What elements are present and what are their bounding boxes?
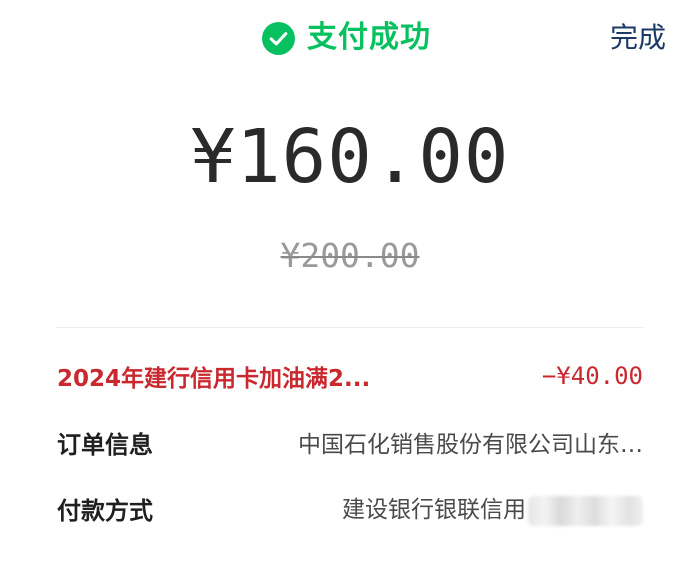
original-amount: ¥200.00 xyxy=(0,232,700,280)
original-amount-value: ¥200.00 xyxy=(280,236,420,275)
discount-amount: −¥40.00 xyxy=(541,362,643,390)
discount-row[interactable]: 2024年建行信用卡加油满2... −¥40.00 xyxy=(57,356,643,396)
order-info-value: 中国石化销售股份有限公司山东… xyxy=(298,432,643,458)
order-info-label: 订单信息 xyxy=(57,430,153,459)
masked-card-number xyxy=(528,495,643,526)
payment-method-value: 建设银行银联信用 xyxy=(342,497,526,524)
header: 支付成功 完成 xyxy=(0,0,700,78)
order-info-row[interactable]: 订单信息 中国石化销售股份有限公司山东… xyxy=(57,422,643,462)
done-button[interactable]: 完成 xyxy=(610,16,666,60)
payment-status: 支付成功 xyxy=(262,16,431,60)
payment-method-row[interactable]: 付款方式 建设银行银联信用 xyxy=(57,488,643,528)
check-circle-icon xyxy=(262,21,295,55)
discount-label: 2024年建行信用卡加油满2... xyxy=(57,366,371,392)
payment-method-value-wrap: 建设银行银联信用 xyxy=(342,490,643,526)
status-title: 支付成功 xyxy=(307,20,431,55)
paid-amount: ¥160.00 xyxy=(190,114,510,200)
payment-method-label: 付款方式 xyxy=(57,496,153,525)
divider xyxy=(57,327,643,328)
